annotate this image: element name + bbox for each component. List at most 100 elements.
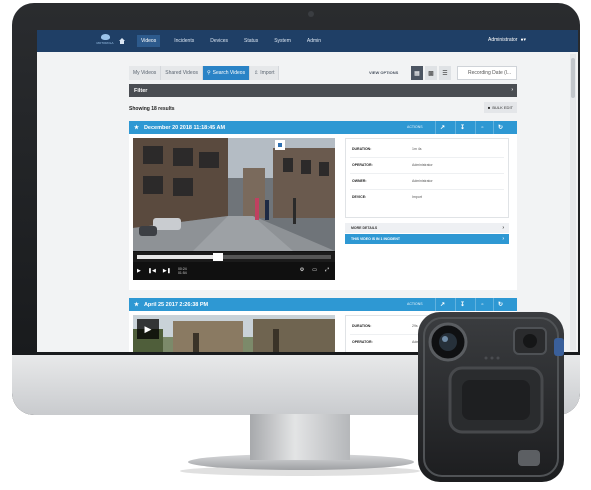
detail-key: DURATION:: [352, 324, 372, 328]
logo-text: MOTOROLA: [96, 41, 114, 45]
incident-link-button[interactable]: THIS VIDEO IS IN 1 INCIDENT ›: [345, 234, 509, 244]
video-card-title: December 20 2018 11:18:45 AM: [143, 124, 226, 131]
webcam-dot: [308, 11, 314, 17]
play-icon: ▶: [144, 323, 152, 334]
edit-icon: ■: [487, 105, 491, 110]
tab-search-videos-label: Search Videos: [212, 70, 246, 76]
tile-icon: ▩: [428, 70, 434, 77]
list-view-button[interactable]: ☰: [439, 66, 451, 80]
incident-link-label: THIS VIDEO IS IN 1 INCIDENT: [351, 237, 401, 241]
bulk-edit-button[interactable]: ■ BULK EDIT: [483, 102, 517, 113]
trash-icon[interactable]: ▫: [475, 121, 489, 134]
scrollbar-thumb[interactable]: [571, 58, 575, 98]
home-icon[interactable]: [119, 38, 125, 44]
play-overlay-button[interactable]: ▶: [137, 319, 159, 339]
park-scene-image: [133, 315, 335, 352]
download-icon[interactable]: ↧: [455, 121, 469, 134]
video-details-panel: DURATION: 1m 4s OPERATOR: Administrator …: [345, 138, 509, 218]
video-player[interactable]: ▶: [133, 315, 335, 352]
monitor-stand-neck: [250, 414, 350, 460]
progress-bar[interactable]: [133, 252, 335, 262]
divider: [350, 173, 504, 174]
nav-item-incidents[interactable]: Incidents: [172, 35, 196, 47]
tab-my-videos[interactable]: My Videos: [129, 66, 162, 80]
chevron-right-icon: ›: [502, 225, 504, 231]
progress-handle[interactable]: [213, 253, 224, 261]
filter-label: Filter: [134, 87, 148, 94]
chevron-right-icon: ›: [502, 236, 504, 242]
video-card: ▶ ❚◀ ▶❚ 00:24 01:54 ⚙ ▭ ⤢ DURATION: 1m 4…: [129, 134, 517, 290]
bulk-edit-label: BULK EDIT: [492, 105, 513, 110]
more-details-label: MORE DETAILS: [351, 226, 378, 230]
nav-item-videos[interactable]: Videos: [137, 35, 161, 47]
results-count: Showing 18 results: [129, 106, 175, 112]
divider: [350, 157, 504, 158]
page-scrollbar[interactable]: [570, 54, 576, 350]
actions-label: ACTIONS: [407, 125, 423, 129]
search-icon: ⚲: [206, 70, 211, 76]
tab-shared-videos[interactable]: Shared Videos: [161, 66, 203, 80]
actions-label: ACTIONS: [407, 302, 423, 306]
nav-item-status[interactable]: Status: [242, 35, 260, 47]
detail-value: Administrator: [412, 179, 433, 183]
fullscreen-icon[interactable]: ⤢: [325, 267, 329, 273]
chevron-right-icon: ›: [511, 87, 513, 93]
total-time: 01:54: [177, 271, 187, 275]
monitor-screen: MOTOROLA Videos Incidents Devices Status…: [37, 30, 578, 352]
video-card-title: April 25 2017 2:26:38 PM: [143, 301, 209, 308]
settings-icon[interactable]: ⚙: [300, 267, 304, 273]
divider: [350, 189, 504, 190]
list-icon: ☰: [442, 70, 448, 77]
video-player[interactable]: ▶ ❚◀ ▶❚ 00:24 01:54 ⚙ ▭ ⤢: [133, 138, 335, 280]
nav-item-admin[interactable]: Admin: [305, 35, 323, 47]
filter-bar[interactable]: Filter ›: [129, 84, 517, 97]
play-icon[interactable]: ▶: [137, 268, 141, 274]
star-icon[interactable]: ★: [134, 125, 139, 131]
view-options-label: VIEW OPTIONS: [369, 70, 399, 75]
screen-icon[interactable]: ▭: [312, 267, 317, 273]
grid-icon: ▦: [414, 70, 420, 77]
share-icon[interactable]: ↗: [435, 121, 449, 134]
sort-select[interactable]: Recording Date (l...: [457, 66, 517, 80]
sort-select-value: Recording Date (l...: [468, 70, 512, 76]
progress-track: [137, 253, 331, 261]
detail-row-owner: OWNER: Administrator: [352, 179, 502, 183]
player-right-controls: ⚙ ▭ ⤢: [300, 267, 329, 273]
upload-icon: ⇫: [254, 70, 259, 76]
grid-view-button[interactable]: ▦: [411, 66, 423, 80]
player-controls: ▶ ❚◀ ▶❚ 00:24 01:54 ⚙ ▭ ⤢: [133, 262, 335, 280]
step-back-icon[interactable]: ❚◀: [148, 268, 156, 274]
detail-value: Administrator: [412, 163, 433, 167]
street-scene-image: [133, 138, 335, 251]
detail-row-duration: DURATION: 1m 4s: [352, 147, 502, 151]
tab-import[interactable]: ⇫ Import: [250, 66, 280, 80]
tab-search-videos[interactable]: ⚲ Search Videos: [202, 66, 251, 80]
progress-fill: [137, 255, 219, 259]
video-tabs: My Videos Shared Videos ⚲ Search Videos …: [129, 66, 280, 80]
tab-import-label: Import: [260, 70, 275, 76]
top-navbar: MOTOROLA Videos Incidents Devices Status…: [37, 30, 578, 52]
user-icon: ●▾: [520, 37, 526, 43]
step-forward-icon[interactable]: ▶❚: [163, 268, 171, 274]
refresh-icon[interactable]: ↻: [493, 121, 507, 134]
video-frame[interactable]: [133, 138, 335, 251]
more-details-button[interactable]: MORE DETAILS ›: [345, 223, 509, 233]
detail-row-operator: OPERATOR: Administrator: [352, 163, 502, 167]
tile-view-button[interactable]: ▩: [425, 66, 437, 80]
detail-value: Import: [412, 195, 422, 199]
body-camera-image: [418, 312, 564, 482]
detail-row-device: DEVICE: Import: [352, 195, 502, 199]
nav-item-devices[interactable]: Devices: [208, 35, 230, 47]
user-menu[interactable]: Administrator ●▾: [488, 37, 526, 43]
detail-key: OPERATOR:: [352, 340, 373, 344]
star-icon[interactable]: ★: [134, 302, 139, 308]
user-name: Administrator: [488, 37, 518, 43]
detail-key: OWNER:: [352, 179, 367, 183]
time-display: 00:24 01:54: [178, 267, 187, 275]
detail-value: 1m 4s: [412, 147, 422, 151]
logo-mark-icon: [100, 34, 110, 40]
video-card-header[interactable]: ★ December 20 2018 11:18:45 AM ACTIONS ↗…: [129, 121, 517, 134]
detail-key: OPERATOR:: [352, 163, 373, 167]
nav-item-system[interactable]: System: [272, 35, 293, 47]
brand-logo[interactable]: MOTOROLA: [95, 34, 115, 48]
